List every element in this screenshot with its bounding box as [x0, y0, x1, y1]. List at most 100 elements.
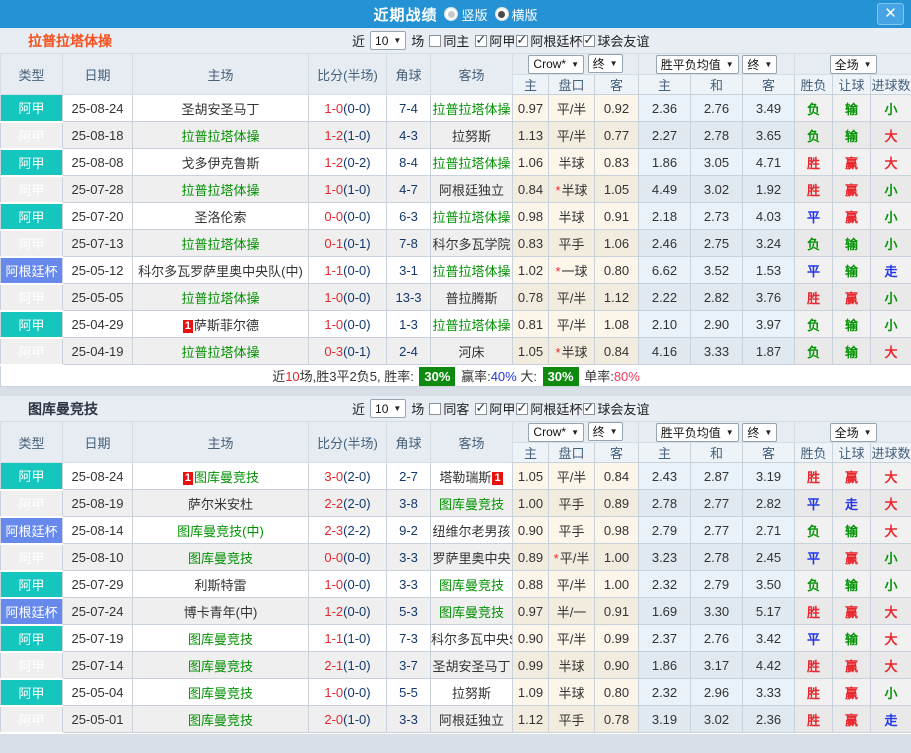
match-type: 阿甲: [0, 229, 63, 258]
league-checkbox-2[interactable]: 球会友谊: [583, 31, 649, 50]
home-team: 图库曼竞技: [132, 651, 309, 679]
mean-home-value: 2.32: [638, 570, 691, 598]
odds-company-select[interactable]: Crow* ▼: [528, 422, 585, 442]
mean-away-value: 4.03: [741, 202, 796, 230]
mean-home-value: 2.32: [638, 678, 691, 706]
odds-company-select[interactable]: Crow* ▼: [528, 54, 585, 74]
checkbox-checked-icon: [475, 32, 488, 48]
mean-select[interactable]: 胜平负均值 ▼: [655, 422, 739, 442]
same-venue-checkbox[interactable]: 同客: [429, 399, 469, 418]
mean-away-value: 3.24: [741, 229, 796, 257]
halftime-score: (0-0): [343, 684, 371, 700]
mean-home-value: 4.49: [638, 175, 691, 203]
result-handicap: 赢: [832, 543, 872, 571]
team-label: 图库曼竞技: [438, 496, 504, 512]
handicap-label: 平手: [558, 496, 585, 512]
team-label: 图库曼竞技: [187, 712, 253, 728]
handicap-cell: 平/半: [548, 624, 595, 652]
odds-final-select[interactable]: 终 ▼: [587, 422, 623, 442]
fulltime-score: 0-1: [324, 235, 344, 251]
handicap-change-star: *: [555, 182, 561, 198]
mean-away-value: 2.36: [741, 705, 796, 733]
league-checkbox-0[interactable]: 阿甲: [475, 31, 515, 50]
odds-away-value: 0.98: [594, 516, 639, 544]
home-team: 博卡青年(中): [132, 597, 309, 625]
fulltime-select[interactable]: 全场 ▼: [829, 422, 877, 442]
odds-home-value: 0.89: [512, 543, 549, 571]
chevron-down-icon: ▼: [764, 427, 773, 437]
home-team: 1 萨斯菲尔德: [132, 310, 309, 338]
filter-bar: 近 10▼ 场 同主 阿甲阿根廷杯球会友谊: [352, 28, 650, 53]
mean-draw-value: 2.77: [690, 489, 743, 517]
close-button[interactable]: ✕: [877, 3, 904, 25]
team-label: 拉普拉塔体操: [432, 209, 511, 225]
league-label: 阿甲: [489, 34, 516, 49]
corner-count: 6-3: [386, 202, 431, 230]
col-result-wdl: 胜负: [794, 74, 834, 95]
team-label: 拉普拉塔体操: [181, 128, 260, 144]
team-name: 图库曼竞技: [28, 400, 98, 417]
result-wdl: 胜: [794, 597, 834, 625]
match-type: 阿甲: [0, 651, 63, 680]
team-name: 拉普拉塔体操: [28, 32, 112, 49]
mean-home-value: 1.86: [638, 651, 691, 679]
league-filter-group: 阿甲阿根廷杯球会友谊: [475, 399, 650, 418]
match-count-select[interactable]: 10 ▼: [370, 31, 407, 50]
col-mean-away: 客: [741, 442, 796, 463]
odds-home-value: 0.78: [512, 283, 549, 311]
layout-radio-horizontal[interactable]: 横版: [494, 5, 538, 24]
odds-away-value: 0.89: [594, 489, 639, 517]
away-team: 拉努斯: [430, 121, 513, 149]
league-checkbox-1[interactable]: 阿根廷杯: [516, 31, 582, 50]
summary-part: 10: [285, 369, 300, 385]
team-label: 图库曼竞技: [187, 550, 253, 566]
fulltime-select[interactable]: 全场 ▼: [829, 54, 877, 74]
match-type: 阿甲: [0, 310, 63, 339]
handicap-label: 平/半: [559, 550, 590, 566]
match-row: 阿甲 25-08-08 戈多伊克鲁斯 1-2(0-2) 8-4 拉普拉塔体操 1.06 半球 0…: [0, 148, 911, 177]
col-odds-home: 主: [512, 74, 549, 95]
away-team: 图库曼竞技: [430, 570, 513, 598]
layout-radio-vertical[interactable]: 竖版: [444, 5, 488, 24]
mean-draw-value: 3.33: [690, 337, 743, 365]
fulltime-score: 2-2: [324, 495, 344, 511]
match-row: 阿根廷杯 25-05-12 科尔多瓦罗萨里奥中央队(中) 1-1(0-0) 3-1 拉普拉…: [0, 256, 911, 285]
mean-final-select[interactable]: 终 ▼: [742, 54, 778, 74]
team-label: 阿根廷独立: [438, 712, 504, 728]
red-card-badge: 1: [492, 471, 503, 485]
match-count-select[interactable]: 10 ▼: [370, 399, 407, 418]
odds-home-value: 0.90: [512, 624, 549, 652]
halftime-score: (0-0): [343, 576, 371, 592]
mean-home-value: 2.37: [638, 624, 691, 652]
league-checkbox-2[interactable]: 球会友谊: [583, 399, 649, 418]
team-label: 拉普拉塔体操: [432, 263, 511, 279]
fulltime-score: 1-0: [324, 181, 344, 197]
away-team: 阿根廷独立: [430, 175, 513, 203]
handicap-cell: 平/半: [548, 310, 595, 338]
same-venue-checkbox[interactable]: 同主: [429, 31, 469, 50]
match-row: 阿甲 25-07-13 拉普拉塔体操 0-1(0-1) 7-8 科尔多瓦学院 0.83 平手 1…: [0, 229, 911, 258]
result-handicap: 输: [832, 121, 872, 149]
mean-select[interactable]: 胜平负均值 ▼: [655, 54, 739, 74]
team-label: 图库曼竞技: [187, 658, 253, 674]
result-wdl: 胜: [794, 651, 834, 679]
mean-final-select[interactable]: 终 ▼: [742, 422, 778, 442]
mean-home-value: 2.43: [638, 462, 691, 490]
col-away: 客场: [430, 53, 513, 95]
handicap-cell: 半球: [548, 678, 595, 706]
halftime-score: (0-0): [343, 208, 371, 224]
odds-home-value: 0.88: [512, 570, 549, 598]
odds-away-value: 0.90: [594, 651, 639, 679]
odds-away-value: 0.83: [594, 148, 639, 176]
odds-away-value: 1.08: [594, 310, 639, 338]
league-checkbox-1[interactable]: 阿根廷杯: [516, 399, 582, 418]
mean-away-value: 3.19: [741, 462, 796, 490]
odds-final-select[interactable]: 终 ▼: [587, 54, 623, 74]
match-row: 阿甲 25-04-19 拉普拉塔体操 0-3(0-1) 2-4 河床 1.05 *半球 0.84…: [0, 337, 911, 366]
match-date: 25-05-04: [62, 678, 133, 706]
odds-home-value: 1.00: [512, 489, 549, 517]
team-label: 拉普拉塔体操: [432, 101, 511, 117]
league-checkbox-0[interactable]: 阿甲: [475, 399, 515, 418]
handicap-change-star: *: [553, 550, 559, 566]
summary-part: 赢率:: [457, 369, 491, 385]
